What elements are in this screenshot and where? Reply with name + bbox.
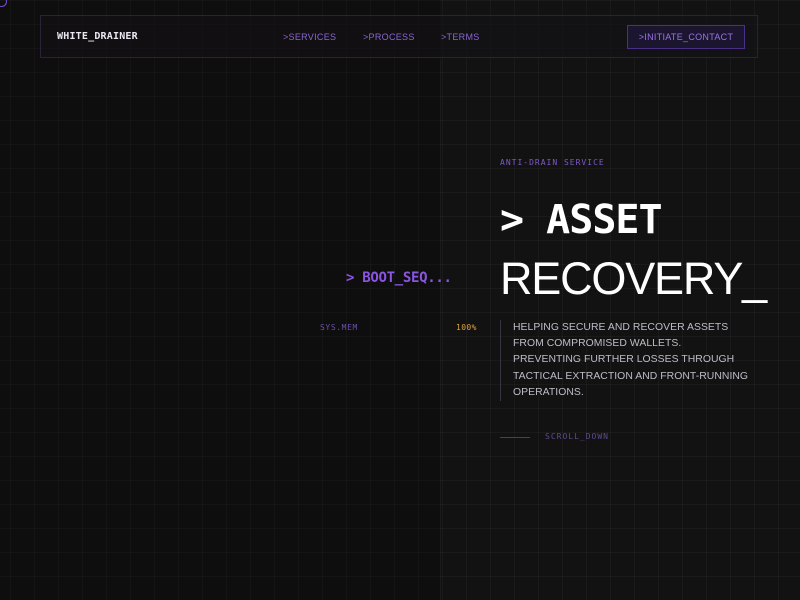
hero-eyebrow: ANTI-DRAIN SERVICE xyxy=(500,158,605,167)
nav-link-terms[interactable]: >TERMS xyxy=(441,32,480,42)
boot-panel xyxy=(0,0,440,600)
initiate-contact-button[interactable]: >INITIATE_CONTACT xyxy=(627,25,745,49)
boot-sequence-label: > BOOT_SEQ... xyxy=(346,270,452,286)
scroll-indicator-line xyxy=(500,437,530,438)
hero-title-line2: RECOVERY_ xyxy=(500,253,767,304)
hero-description: HELPING SECURE AND RECOVER ASSETS FROM C… xyxy=(513,322,749,398)
landing-page: WHITE_DRAINER >SERVICES >PROCESS >TERMS … xyxy=(0,0,800,600)
description-accent-bar xyxy=(500,320,501,401)
sys-mem-value: 100% xyxy=(456,323,477,332)
hero-title-line1: > ASSET xyxy=(500,197,663,243)
nav-link-services[interactable]: >SERVICES xyxy=(283,32,336,42)
sys-mem-label: SYS.MEM xyxy=(320,323,358,332)
scroll-down-link[interactable]: SCROLL_DOWN xyxy=(545,432,609,441)
brand-logo[interactable]: WHITE_DRAINER xyxy=(57,31,138,42)
top-nav: WHITE_DRAINER >SERVICES >PROCESS >TERMS … xyxy=(40,15,758,58)
panel-divider xyxy=(440,60,441,600)
nav-link-process[interactable]: >PROCESS xyxy=(363,32,415,42)
